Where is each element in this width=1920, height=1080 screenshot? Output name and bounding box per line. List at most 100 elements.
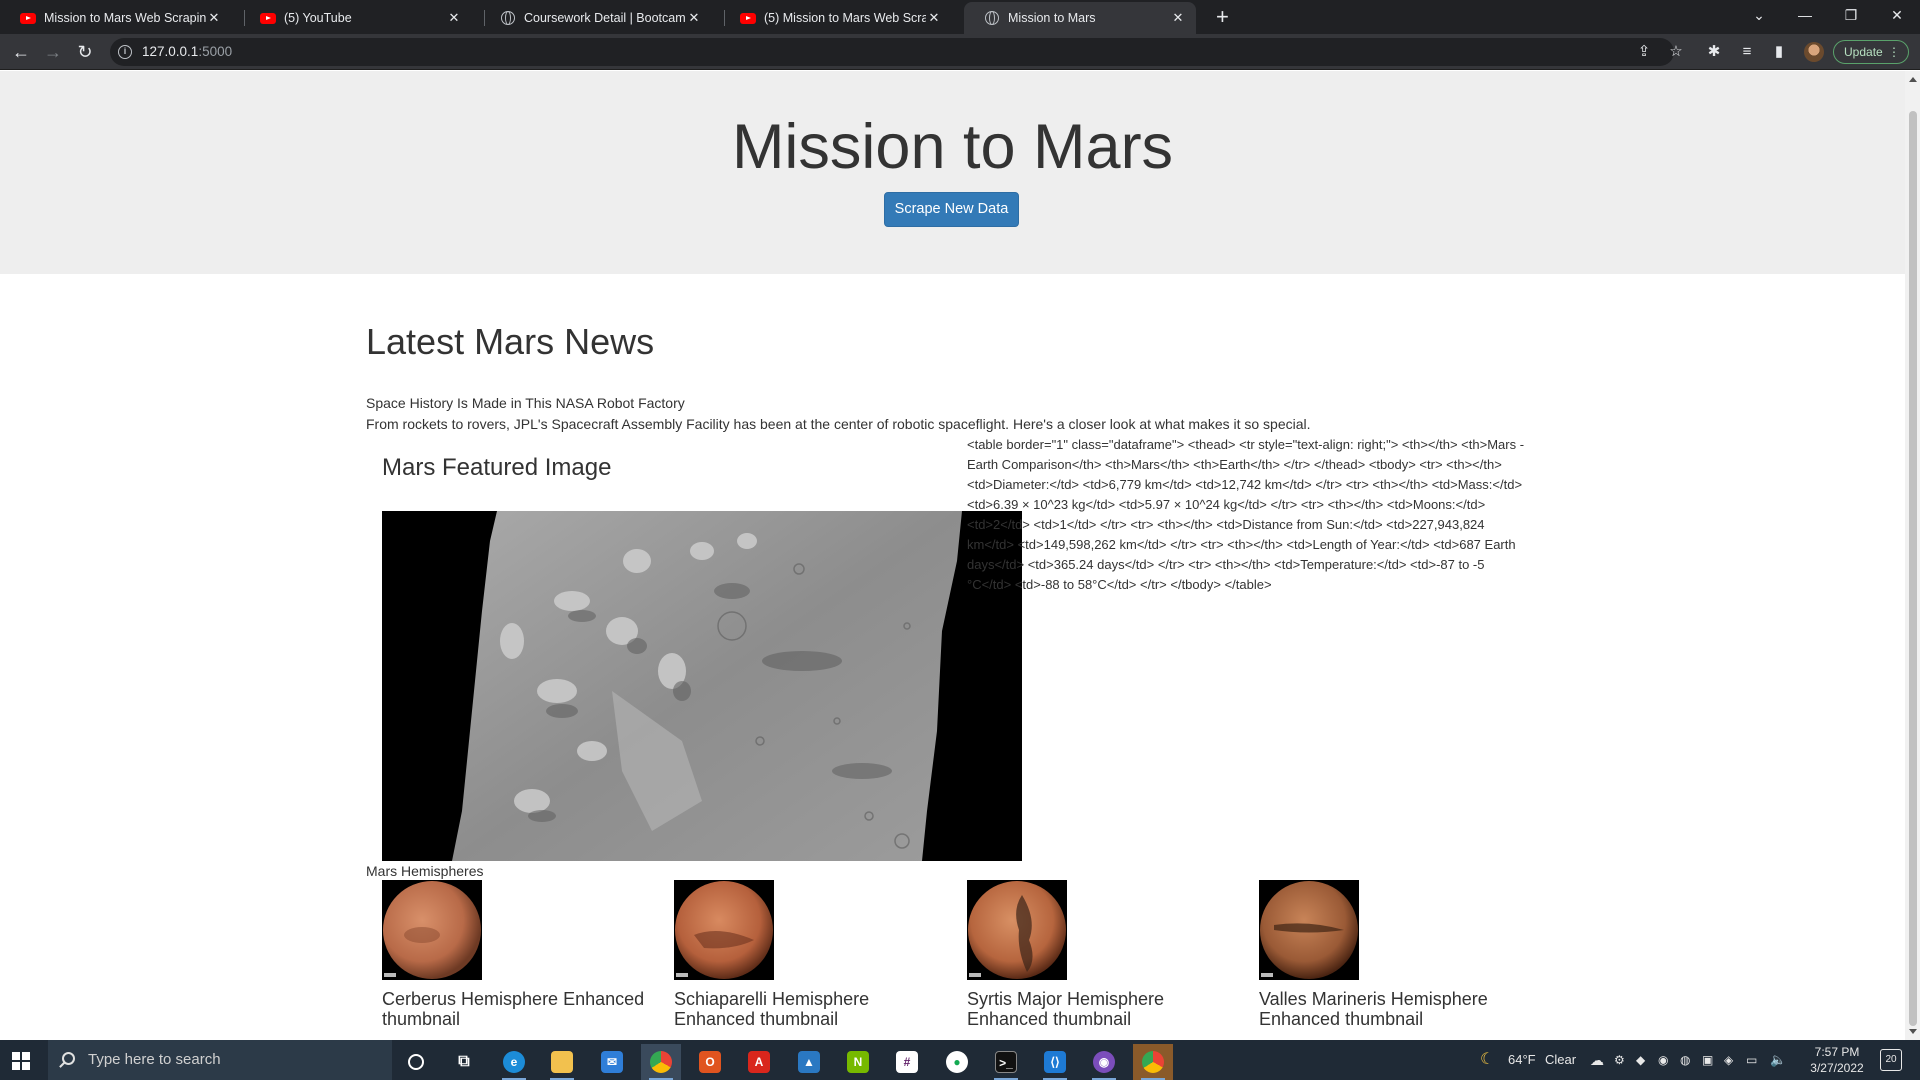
page-scrollbar[interactable] [1905, 71, 1920, 1040]
vscode-icon[interactable]: ⟨⟩ [1035, 1044, 1075, 1080]
edge-icon[interactable]: e [494, 1044, 534, 1080]
chrome-profile-icon[interactable] [1133, 1044, 1173, 1080]
taskbar-search-box[interactable]: Type here to search [48, 1040, 392, 1080]
side-panel-icon[interactable]: ▮ [1769, 42, 1789, 62]
hemisphere-card: Schiaparelli Hemisphere Enhanced thumbna… [674, 880, 954, 1029]
new-tab-button[interactable]: + [1216, 6, 1229, 28]
acrobat-icon[interactable]: A [739, 1044, 779, 1080]
hemisphere-card: Syrtis Major Hemisphere Enhanced thumbna… [967, 880, 1247, 1029]
tray-app-icon[interactable]: ◈ [1724, 1040, 1733, 1080]
site-info-icon[interactable]: i [118, 45, 132, 59]
slack-icon[interactable]: # [887, 1044, 927, 1080]
youtube-icon [260, 10, 276, 26]
tab-title: (5) YouTube [284, 11, 352, 25]
update-button[interactable]: Update ⋮ [1833, 40, 1909, 64]
scroll-down-arrow-icon[interactable] [1909, 1029, 1917, 1034]
photos-icon[interactable]: ▲ [789, 1044, 829, 1080]
hemisphere-card: Cerberus Hemisphere Enhanced thumbnail [382, 880, 662, 1029]
browser-tab[interactable]: Coursework Detail | Bootcamp Sp ✕ [480, 2, 712, 34]
bookmark-star-icon[interactable]: ☆ [1666, 42, 1686, 62]
tray-app-icon[interactable]: ◆ [1636, 1040, 1645, 1080]
hemisphere-thumbnail[interactable] [382, 880, 482, 980]
weather-text[interactable]: Clear [1545, 1040, 1576, 1080]
browser-tab[interactable]: Mission to Mars Web Scraping D ✕ [0, 2, 232, 34]
profile-avatar[interactable] [1804, 42, 1824, 62]
close-icon[interactable]: ✕ [206, 10, 222, 26]
office-icon[interactable]: O [690, 1044, 730, 1080]
youtube-icon [20, 10, 36, 26]
tray-app-icon[interactable]: ▣ [1702, 1040, 1713, 1080]
network-icon[interactable]: ▭ [1746, 1040, 1757, 1080]
restore-icon[interactable]: ❐ [1836, 4, 1866, 26]
hemispheres-label: Mars Hemispheres [366, 863, 484, 879]
mars-facts-table-raw-html: <table border="1" class="dataframe"> <th… [967, 437, 1525, 592]
close-icon[interactable]: ✕ [1170, 10, 1186, 26]
hemisphere-thumbnail[interactable] [967, 880, 1067, 980]
tab-title: Coursework Detail | Bootcamp Sp [524, 11, 686, 25]
system-clock[interactable]: 7:57 PM 3/27/2022 [1804, 1044, 1870, 1076]
tab-title: Mission to Mars Web Scraping D [44, 11, 206, 25]
clock-date: 3/27/2022 [1810, 1061, 1864, 1075]
web-page: Mission to Mars Scrape New Data Latest M… [0, 71, 1905, 1040]
hemisphere-thumbnail[interactable] [674, 880, 774, 980]
notification-center-icon[interactable]: 20 [1880, 1049, 1902, 1071]
globe-icon [500, 10, 516, 26]
file-explorer-icon[interactable] [542, 1044, 582, 1080]
featured-image-title: Mars Featured Image [382, 454, 612, 481]
scroll-up-arrow-icon[interactable] [1909, 77, 1917, 82]
share-icon[interactable]: ⇪ [1634, 42, 1654, 62]
browser-tab-strip: Mission to Mars Web Scraping D ✕ (5) You… [0, 0, 1920, 34]
menu-dots-icon: ⋮ [1888, 45, 1900, 59]
terminal-icon[interactable]: >_ [986, 1044, 1026, 1080]
weather-temp[interactable]: 64°F [1508, 1040, 1536, 1080]
close-icon[interactable]: ✕ [926, 10, 942, 26]
tab-title: Mission to Mars [1008, 11, 1096, 25]
media-queue-icon[interactable]: ≡ [1737, 42, 1757, 62]
windows-start-icon[interactable] [12, 1052, 30, 1070]
tab-search-chevron-icon[interactable]: ⌄ [1744, 4, 1774, 26]
weather-moon-icon[interactable]: ☾ [1480, 1040, 1494, 1080]
close-icon[interactable]: ✕ [446, 10, 462, 26]
cortana-icon[interactable] [396, 1044, 436, 1080]
hemisphere-caption: Schiaparelli Hemisphere Enhanced thumbna… [674, 989, 870, 1029]
browser-tab[interactable]: (5) YouTube ✕ [240, 2, 472, 34]
notification-count: 20 [1885, 1054, 1897, 1065]
url-text: 127.0.0.1:5000 [142, 44, 233, 59]
reload-icon[interactable]: ↻ [73, 40, 97, 64]
task-view-icon[interactable]: ⧉ [444, 1044, 484, 1080]
volume-icon[interactable]: 🔈 [1770, 1040, 1786, 1080]
search-placeholder: Type here to search [88, 1051, 221, 1068]
page-title: Mission to Mars [731, 112, 1174, 182]
address-bar[interactable]: i 127.0.0.1:5000 [110, 38, 1674, 66]
tab-title: (5) Mission to Mars Web Scraping [764, 11, 926, 25]
mongodb-icon[interactable]: ● [937, 1044, 977, 1080]
forward-arrow-icon[interactable]: → [41, 40, 65, 64]
back-arrow-icon[interactable]: ← [9, 40, 33, 64]
window-close-icon[interactable]: ✕ [1882, 4, 1912, 26]
scrape-new-data-button[interactable]: Scrape New Data [884, 192, 1019, 227]
extensions-puzzle-icon[interactable]: ✱ [1704, 42, 1724, 62]
scrollbar-thumb[interactable] [1909, 111, 1917, 1026]
close-icon[interactable]: ✕ [686, 10, 702, 26]
search-icon [62, 1052, 75, 1065]
clock-time: 7:57 PM [1814, 1045, 1860, 1059]
hemisphere-caption: Syrtis Major Hemisphere Enhanced thumbna… [967, 989, 1165, 1029]
news-section-title: Latest Mars News [366, 321, 655, 362]
tray-app-icon[interactable]: ◍ [1680, 1040, 1690, 1080]
github-desktop-icon[interactable]: ◉ [1084, 1044, 1124, 1080]
news-paragraph: From rockets to rovers, JPL's Spacecraft… [366, 416, 1311, 432]
minimize-icon[interactable]: — [1790, 4, 1820, 26]
mail-icon[interactable]: ✉ [592, 1044, 632, 1080]
hemisphere-caption: Valles Marineris Hemisphere Enhanced thu… [1259, 989, 1488, 1029]
globe-icon [984, 10, 1000, 26]
browser-tab[interactable]: (5) Mission to Mars Web Scraping ✕ [720, 2, 952, 34]
jumbotron-header: Mission to Mars Scrape New Data [0, 71, 1905, 274]
browser-toolbar: ← → ↻ i 127.0.0.1:5000 ⇪ ☆ ✱ ≡ ▮ [0, 34, 1920, 70]
hemisphere-thumbnail[interactable] [1259, 880, 1359, 980]
onedrive-cloud-icon[interactable]: ☁ [1590, 1040, 1604, 1080]
nvidia-icon[interactable]: N [838, 1044, 878, 1080]
browser-tab-active[interactable]: Mission to Mars ✕ [964, 2, 1196, 34]
tray-app-icon[interactable]: ◉ [1658, 1040, 1668, 1080]
tray-app-icon[interactable]: ⚙ [1614, 1040, 1625, 1080]
chrome-icon[interactable] [641, 1044, 681, 1080]
